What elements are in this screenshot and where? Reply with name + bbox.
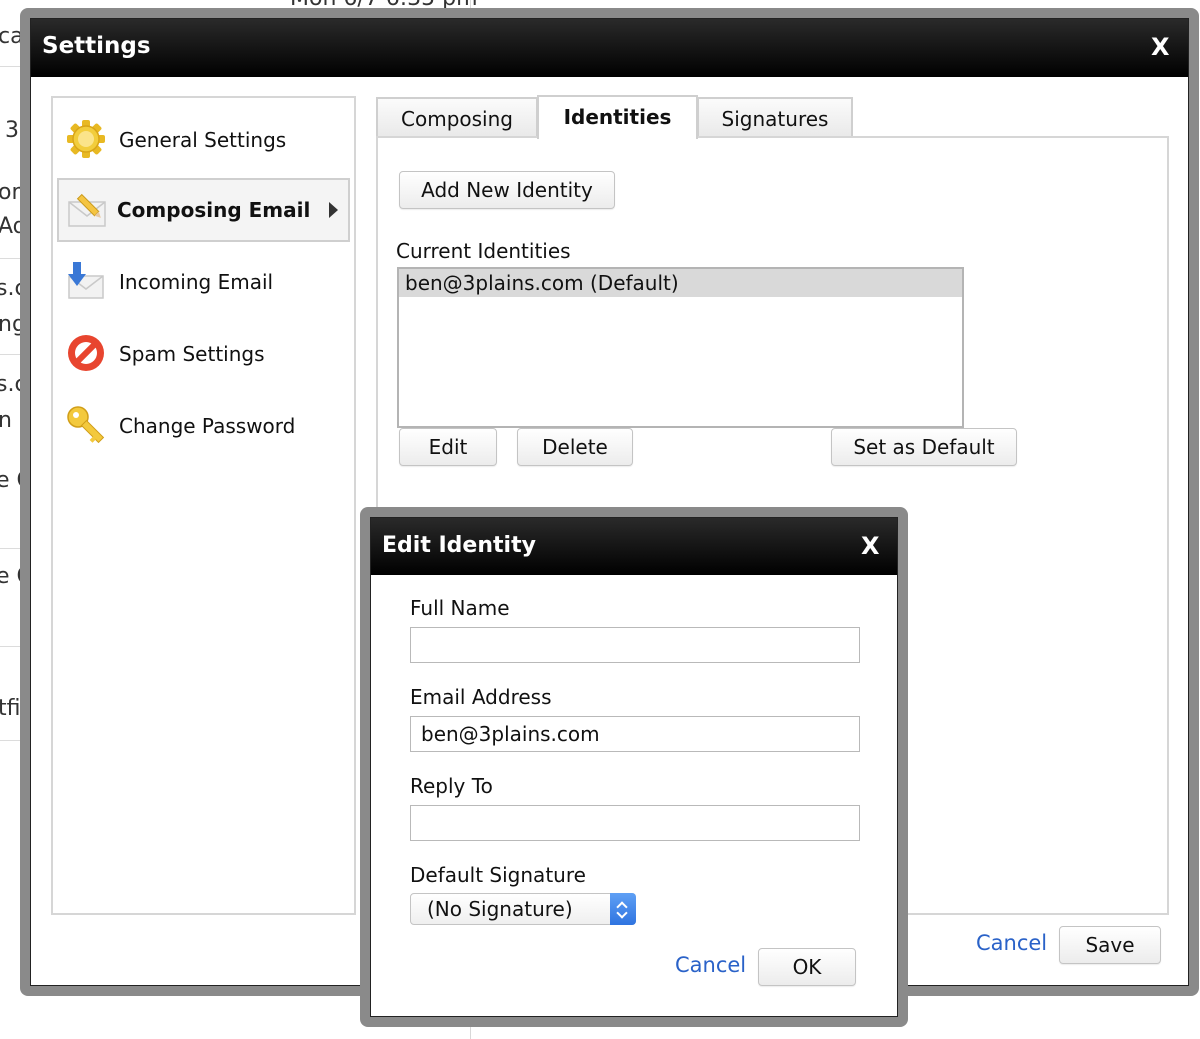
edit-identity-titlebar: Edit Identity X (371, 518, 897, 575)
tab-composing[interactable]: Composing (376, 97, 538, 137)
gear-icon (67, 120, 105, 158)
settings-cancel-button[interactable]: Cancel (976, 931, 1047, 955)
reply-to-label: Reply To (410, 774, 493, 798)
edit-identity-ok-button[interactable]: OK (758, 948, 856, 986)
settings-save-button[interactable]: Save (1059, 926, 1161, 964)
settings-titlebar: Settings X (31, 19, 1188, 77)
default-signature-label: Default Signature (410, 863, 586, 887)
list-item[interactable]: ben@3plains.com (Default) (399, 269, 962, 297)
sidebar-item-composing-email[interactable]: Composing Email (57, 178, 350, 242)
tab-identities[interactable]: Identities (537, 95, 698, 139)
add-new-identity-button[interactable]: Add New Identity (399, 171, 615, 209)
tab-signatures[interactable]: Signatures (697, 97, 853, 137)
settings-title: Settings (42, 33, 151, 59)
select-stepper-icon (610, 893, 636, 925)
current-identities-label: Current Identities (396, 239, 571, 263)
edit-button[interactable]: Edit (399, 428, 497, 466)
chevron-right-icon (329, 202, 338, 218)
edit-identity-cancel-button[interactable]: Cancel (675, 953, 746, 977)
sidebar-item-label: Change Password (119, 414, 296, 438)
email-address-label: Email Address (410, 685, 552, 709)
full-name-field[interactable] (410, 627, 860, 663)
sidebar-item-change-password[interactable]: Change Password (57, 394, 350, 458)
sidebar-item-incoming-email[interactable]: Incoming Email (57, 250, 350, 314)
identity-list[interactable]: ben@3plains.com (Default) (397, 267, 964, 428)
sidebar-item-label: General Settings (119, 128, 287, 152)
sidebar-item-label: Composing Email (117, 198, 311, 222)
key-icon (67, 406, 105, 444)
set-as-default-button[interactable]: Set as Default (831, 428, 1017, 466)
delete-button[interactable]: Delete (517, 428, 633, 466)
default-signature-value: (No Signature) (427, 897, 573, 921)
full-name-label: Full Name (410, 596, 510, 620)
incoming-arrow-icon (68, 262, 104, 299)
reply-to-field[interactable] (410, 805, 860, 841)
edit-identity-title: Edit Identity (382, 533, 536, 558)
default-signature-select[interactable]: (No Signature) (410, 893, 636, 925)
settings-sidebar: General Settings Composing Email Incomin… (51, 96, 356, 915)
pencil-envelope-icon (68, 193, 106, 227)
edit-identity-dialog: Edit Identity X Full Name Email Address … (370, 517, 898, 1017)
settings-close-button[interactable]: X (1151, 33, 1170, 61)
sidebar-item-label: Spam Settings (119, 342, 265, 366)
sidebar-item-spam-settings[interactable]: Spam Settings (57, 322, 350, 386)
email-address-field[interactable] (410, 716, 860, 752)
edit-identity-close-button[interactable]: X (861, 532, 880, 560)
sidebar-item-label: Incoming Email (119, 270, 274, 294)
no-entry-icon (68, 335, 104, 371)
sidebar-item-general-settings[interactable]: General Settings (57, 108, 350, 172)
